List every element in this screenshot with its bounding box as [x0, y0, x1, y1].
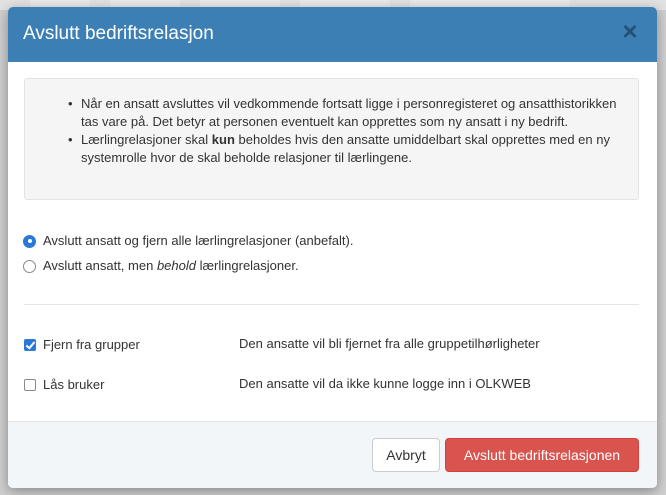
cancel-button[interactable]: Avbryt [372, 438, 440, 472]
remove-groups-description: Den ansatte vil bli fjernet fra alle gru… [239, 336, 540, 351]
option-keep-label-before: Avslutt ansatt, men [43, 258, 157, 273]
info-item: • Når en ansatt avsluttes vil vedkommend… [68, 95, 626, 131]
option-keep-label-emphasis: behold [156, 258, 196, 273]
bullet-icon: • [68, 96, 73, 111]
lock-user-checkbox[interactable] [24, 379, 36, 391]
option-remove-relations-label: Avslutt ansatt og fjern alle lærlingrela… [43, 233, 354, 248]
info-item-text: Lærlingrelasjoner skal [81, 132, 212, 147]
info-item: • Lærlingrelasjoner skal kun beholdes hv… [68, 131, 626, 167]
option-remove-relations[interactable]: Avslutt ansatt og fjern alle lærlingrela… [23, 232, 353, 250]
option-keep-relations[interactable]: Avslutt ansatt, men behold lærlingrelasj… [23, 257, 299, 275]
divider [24, 304, 639, 305]
option-keep-label-after: lærlingrelasjoner. [195, 258, 299, 273]
remove-groups-row[interactable]: Fjern fra grupper [24, 336, 140, 354]
info-item-text: Når en ansatt avsluttes vil vedkommende … [81, 96, 617, 129]
close-icon[interactable]: × [621, 18, 639, 44]
remove-groups-checkbox[interactable] [24, 339, 36, 351]
lock-user-description: Den ansatte vil da ikke kunne logge inn … [239, 376, 531, 391]
modal-header: Avslutt bedriftsrelasjon × [8, 7, 657, 62]
info-list: • Når en ansatt avsluttes vil vedkommend… [68, 95, 626, 167]
radio-remove-relations[interactable] [23, 234, 36, 248]
remove-groups-label: Fjern fra grupper [43, 337, 140, 352]
info-item-bold: kun [211, 132, 235, 147]
bullet-icon: • [68, 132, 73, 147]
lock-user-row[interactable]: Lås bruker [24, 376, 104, 394]
modal-title: Avslutt bedriftsrelasjon [23, 23, 214, 44]
lock-user-label: Lås bruker [43, 377, 105, 392]
radio-keep-relations[interactable] [23, 259, 36, 273]
confirm-end-relation-button[interactable]: Avslutt bedriftsrelasjonen [445, 438, 639, 472]
info-box: • Når en ansatt avsluttes vil vedkommend… [24, 78, 639, 200]
end-company-relation-modal: Avslutt bedriftsrelasjon × • Når en ansa… [8, 7, 657, 488]
option-keep-relations-label: Avslutt ansatt, men behold lærlingrelasj… [43, 257, 299, 275]
modal-footer: Avbryt Avslutt bedriftsrelasjonen [8, 421, 657, 488]
